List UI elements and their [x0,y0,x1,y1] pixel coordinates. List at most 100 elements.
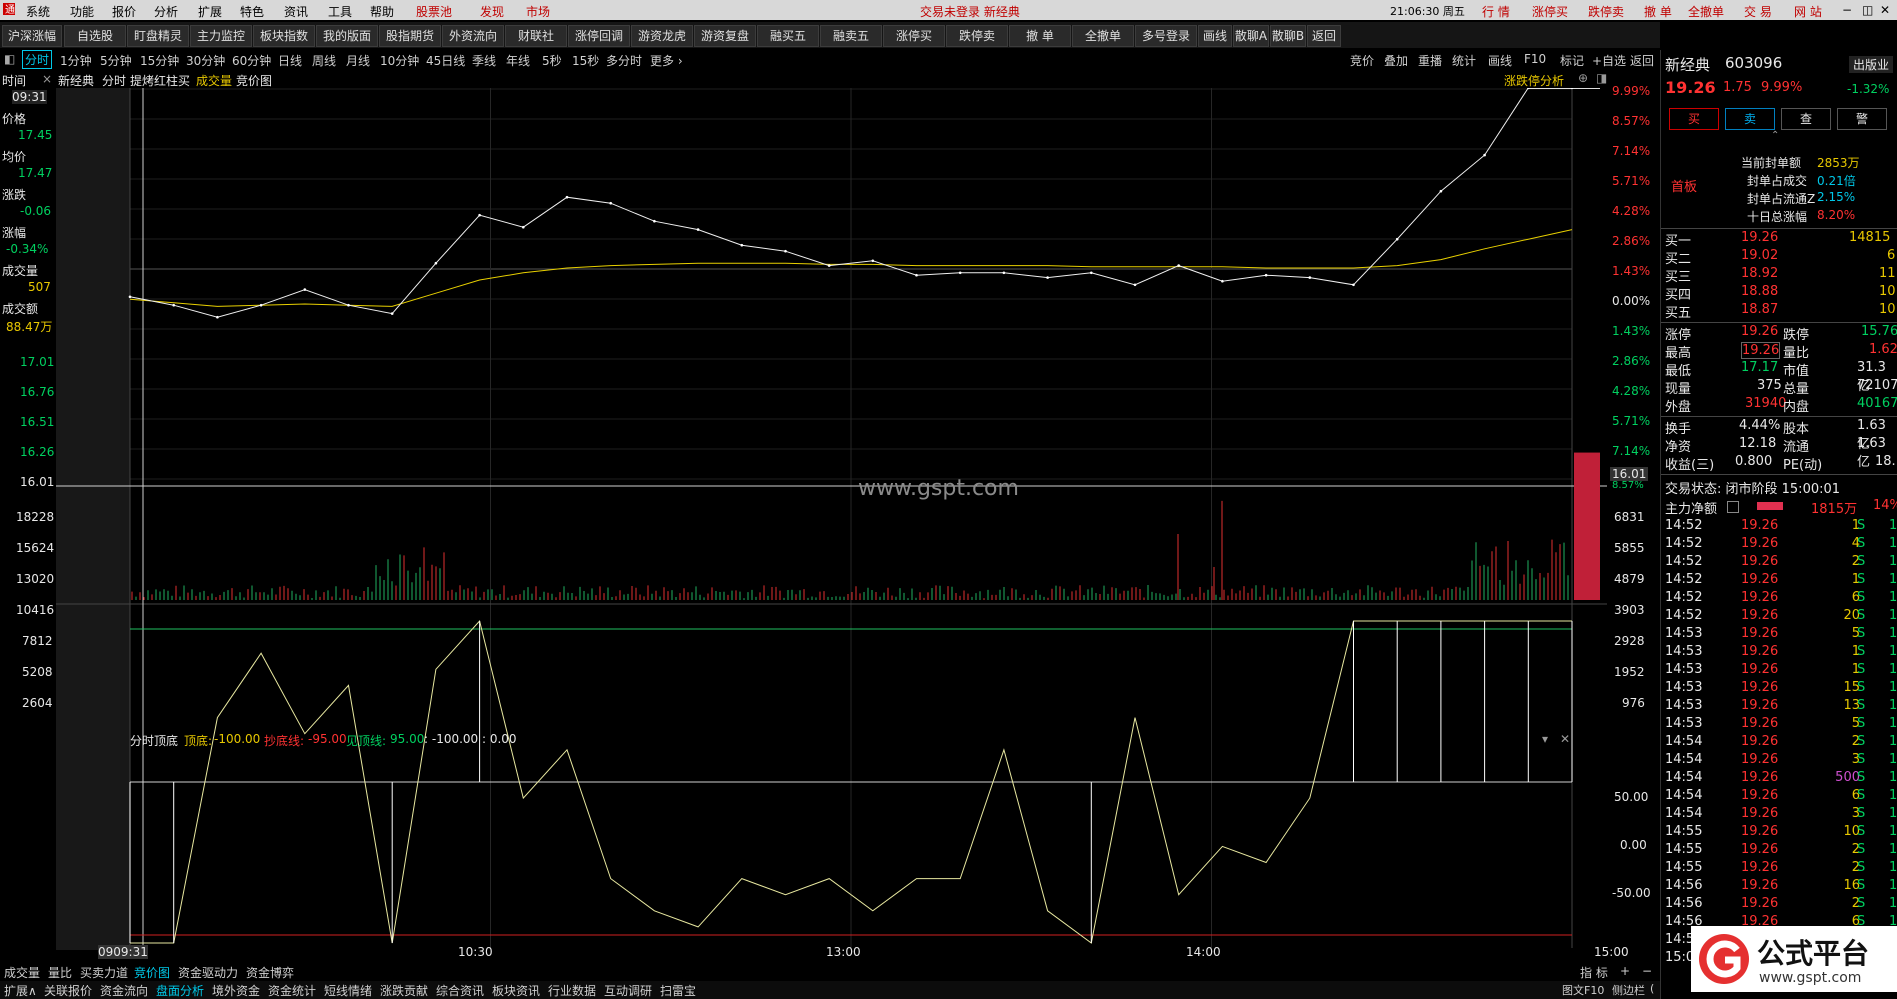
toolbar-button[interactable]: 散聊B [1270,25,1306,47]
toolbar-button[interactable]: 股指期货 [379,25,441,47]
auction-toggle[interactable]: 竞价图 [236,72,272,89]
alert-button[interactable]: 警 [1837,108,1887,130]
toolbar-button[interactable]: 外资流向 [442,25,504,47]
menu-item[interactable]: 报价 [112,3,136,20]
bid-row[interactable]: 买一 19.26 14815 [1661,230,1897,249]
sell-button[interactable]: 卖 [1725,108,1775,130]
period-tab[interactable]: 30分钟 [186,52,225,69]
period-tab[interactable]: 45日线 [426,52,465,69]
f10-button[interactable]: 图文F10 [1562,982,1604,998]
period-tab[interactable]: 多分时 [606,52,642,69]
close-info-icon[interactable]: × [42,72,52,86]
app-logo-icon[interactable]: 通 [2,1,16,20]
period-more[interactable]: 更多 › [650,52,683,69]
indicator-close-icon[interactable]: ✕ [1560,732,1570,746]
toolbar-button[interactable]: 融卖五 [820,25,882,47]
volume-toggle[interactable]: 成交量 [196,72,232,89]
menu-item[interactable]: 帮助 [370,3,394,20]
toolbar-button[interactable]: 跌停卖 [946,25,1008,47]
subchart-tab-active[interactable]: 竞价图 [134,964,170,981]
menu-item[interactable]: 功能 [70,3,94,20]
period-tab[interactable]: 1分钟 [60,52,92,69]
menu-item[interactable]: 系统 [26,3,50,20]
toolbar-button[interactable]: 涨停买 [883,25,945,47]
sector-name[interactable]: 出版业 [1849,56,1894,73]
toolbar-button[interactable]: 主力监控 [190,25,252,47]
limit-analysis-button[interactable]: 涨跌停分析 [1504,72,1564,89]
toolbar-button[interactable]: 撤 单 [1009,25,1071,47]
subchart-tab[interactable]: 资金博弈 [246,964,294,981]
period-tab[interactable]: 周线 [312,52,336,69]
quick-limit-up-buy-button[interactable]: 涨停买 [1532,3,1568,20]
feature-tab[interactable]: 扩展∧ [4,982,37,999]
period-tab[interactable]: 5分钟 [100,52,132,69]
bid-row[interactable]: 买二 19.02 6 [1661,248,1897,267]
feature-tab[interactable]: 境外资金 [212,982,260,999]
feature-tab[interactable]: 扫雷宝 [660,982,696,999]
feature-tab[interactable]: 资金流向 [100,982,148,999]
chart-option[interactable]: 统计 [1452,52,1476,69]
toolbar-button[interactable]: 财联社 [505,25,567,47]
feature-tab[interactable]: 综合资讯 [436,982,484,999]
period-tab[interactable]: 年线 [506,52,530,69]
toolbar-button[interactable]: 游资龙虎 [631,25,693,47]
menu-item[interactable]: 工具 [328,3,352,20]
period-tab[interactable]: 日线 [278,52,302,69]
sidebar-button[interactable]: 侧边栏 [1612,982,1645,998]
feature-tab[interactable]: 盘面分析 [156,982,204,999]
menu-item[interactable]: 分析 [154,3,178,20]
expand-icon[interactable]: ⊕ [1578,71,1588,85]
chart-option[interactable]: 重播 [1418,52,1442,69]
toolbar-button[interactable]: 全撤单 [1072,25,1134,47]
chart-option[interactable]: 叠加 [1384,52,1408,69]
main-flow-checkbox[interactable] [1727,501,1739,513]
toolbar-button[interactable]: 涨停回调 [568,25,630,47]
quick-trade-button[interactable]: 交 易 [1744,3,1772,20]
toolbar-button[interactable]: 返回 [1307,25,1341,47]
query-button[interactable]: 查 [1781,108,1831,130]
stock-pool-menu[interactable]: 股票池 [416,3,452,20]
restore-icon[interactable]: ◫ [1862,3,1873,17]
quick-quote-button[interactable]: 行 情 [1482,3,1510,20]
subchart-tab[interactable]: 买卖力道 [80,964,128,981]
indicator-name[interactable]: 分时顶底 [130,732,178,749]
feature-tab[interactable]: 资金统计 [268,982,316,999]
menu-item[interactable]: 扩展 [198,3,222,20]
period-tab[interactable]: 季线 [472,52,496,69]
toolbar-button[interactable]: 盯盘精灵 [127,25,189,47]
period-tab[interactable]: 月线 [346,52,370,69]
period-tab[interactable]: 15秒 [572,52,599,69]
toolbar-button[interactable]: 自选股 [64,25,126,47]
close-icon[interactable]: ✕ [1880,3,1890,17]
add-subchart-button[interactable]: + [1620,964,1630,978]
period-tab[interactable]: 60分钟 [232,52,271,69]
toolbar-button[interactable]: 游资复盘 [694,25,756,47]
period-tab[interactable]: 5秒 [542,52,562,69]
feature-tab[interactable]: 关联报价 [44,982,92,999]
period-tab[interactable]: 15分钟 [140,52,179,69]
chart-option[interactable]: 画线 [1488,52,1512,69]
quick-cancel-button[interactable]: 撤 单 [1644,3,1672,20]
chart-option[interactable]: 返回 [1630,52,1654,69]
panel-toggle-icon[interactable]: ◧ [4,52,15,66]
indicator-menu[interactable]: 指 标 [1580,964,1608,981]
minimize-icon[interactable]: − [1842,3,1852,17]
feature-tab[interactable]: 涨跌贡献 [380,982,428,999]
market-menu[interactable]: 市场 [526,3,550,20]
feature-tab[interactable]: 板块资讯 [492,982,540,999]
toolbar-button[interactable]: 板块指数 [253,25,315,47]
chart-option[interactable]: +自选 [1592,52,1626,69]
panel-icon[interactable]: ◨ [1596,71,1607,85]
toolbar-button[interactable]: 散聊A [1233,25,1269,47]
chart-option[interactable]: 竞价 [1350,52,1374,69]
bid-row[interactable]: 买五 18.87 10 [1661,302,1897,321]
period-tab[interactable]: 10分钟 [380,52,419,69]
feature-tab[interactable]: 短线情绪 [324,982,372,999]
quick-website-button[interactable]: 网 站 [1794,3,1822,20]
collapse-icon[interactable]: ⌃ [1771,130,1779,141]
menu-item[interactable]: 特色 [240,3,264,20]
discover-menu[interactable]: 发现 [480,3,504,20]
menu-item[interactable]: 资讯 [284,3,308,20]
subchart-tab[interactable]: 成交量 [4,964,40,981]
subchart-tab[interactable]: 资金驱动力 [178,964,238,981]
